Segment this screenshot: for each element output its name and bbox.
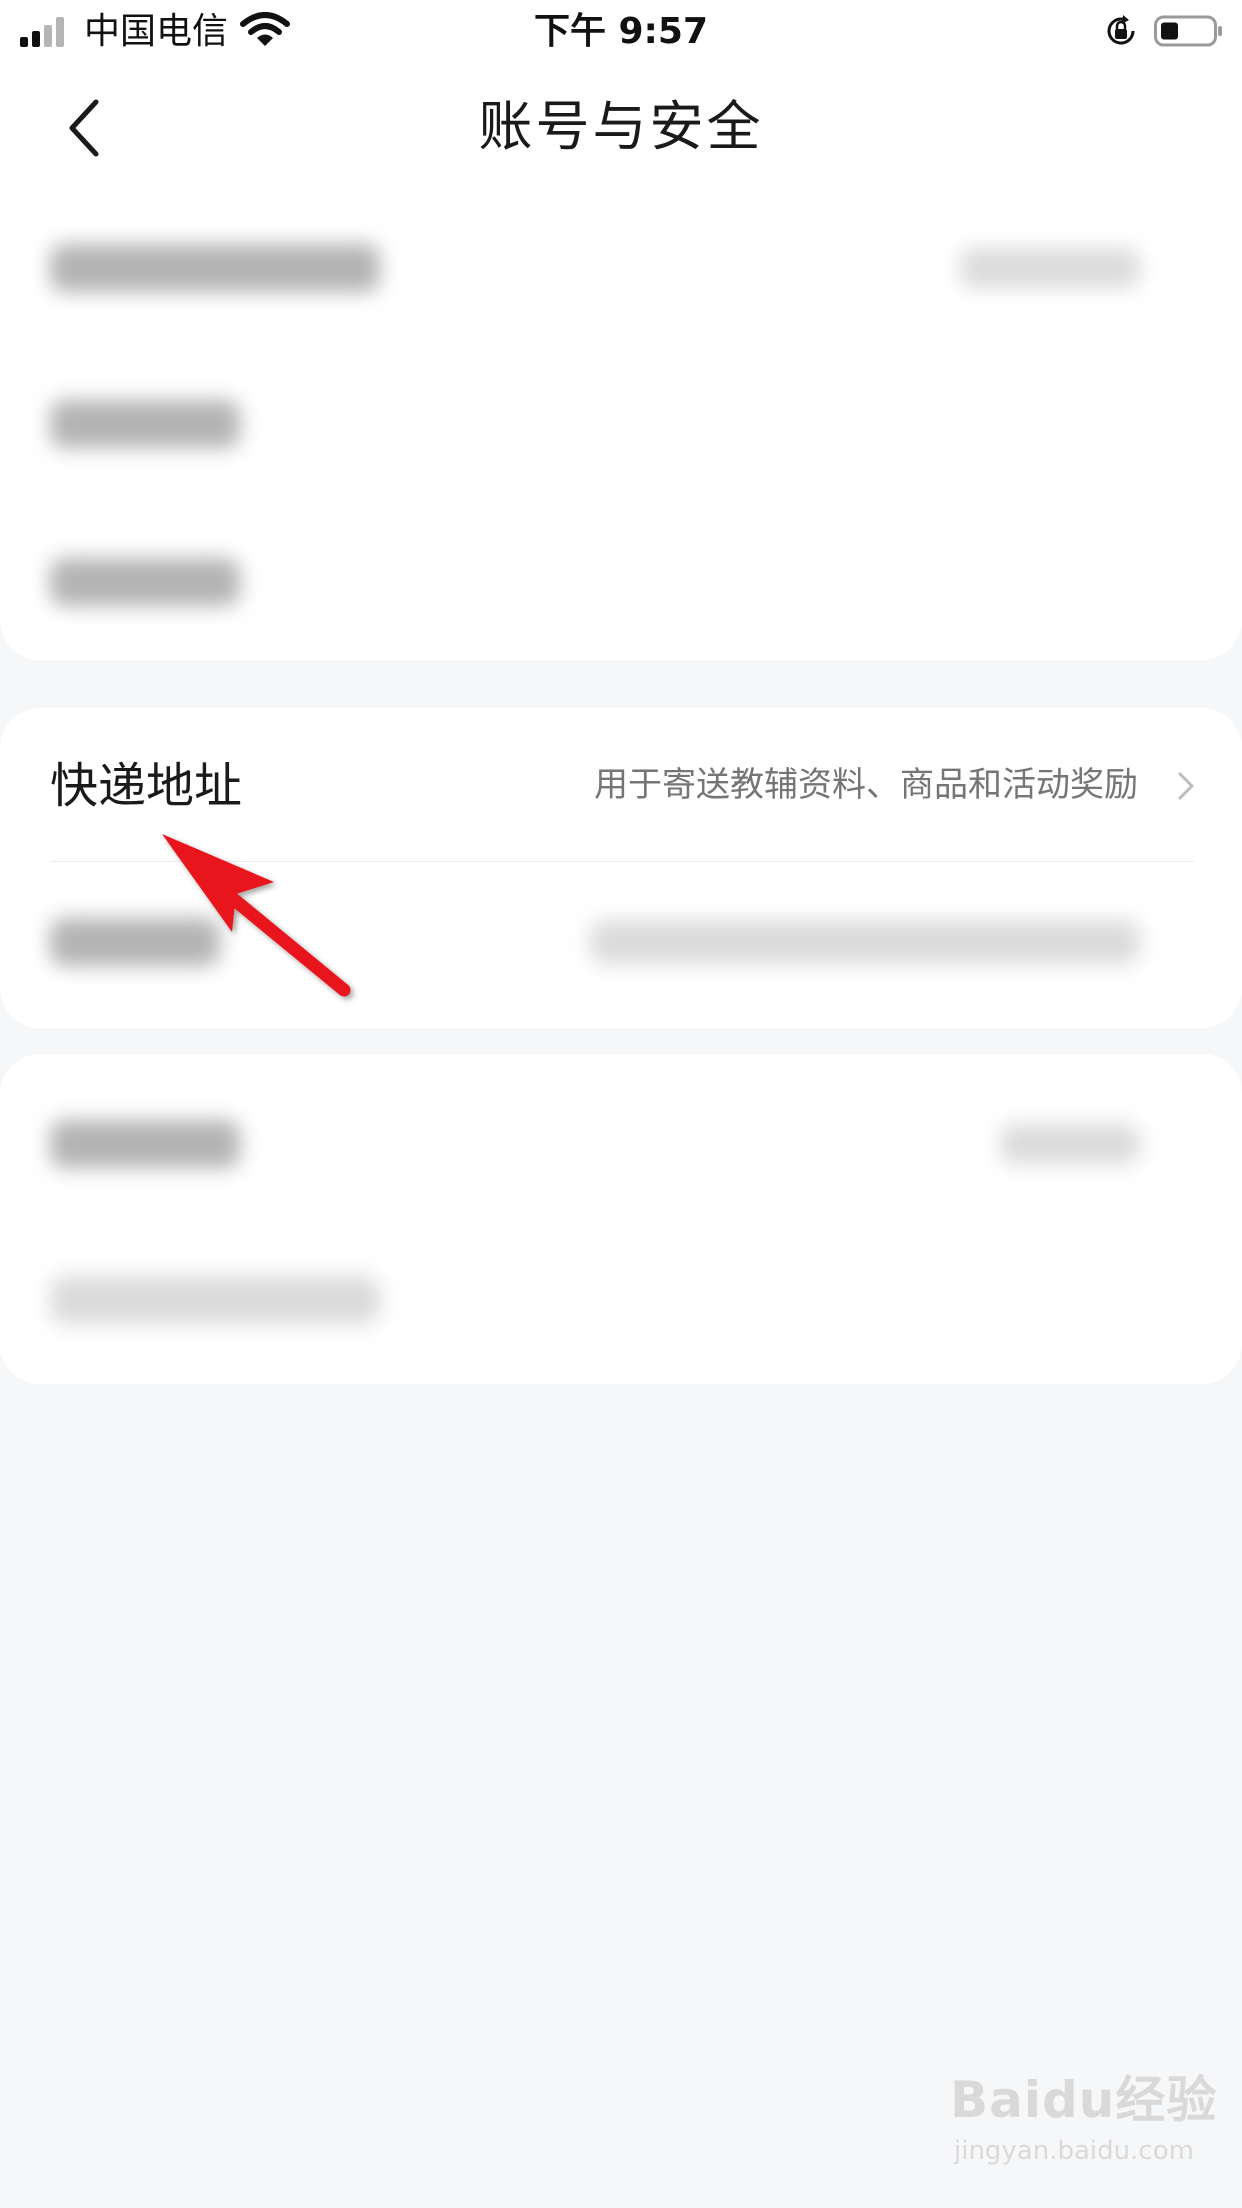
blurred-row-label xyxy=(50,1276,380,1324)
blurred-row-label xyxy=(50,400,240,448)
battery-icon xyxy=(1154,15,1222,47)
clock: 下午 9:57 xyxy=(533,11,709,52)
watermark-logo: Baidu经验 xyxy=(950,2071,1218,2129)
status-bar: 中国电信 下午 9:57 xyxy=(0,0,1242,62)
baidu-watermark: Baidu经验 jingyan.baidu.com xyxy=(950,2070,1220,2190)
page-title: 账号与安全 xyxy=(478,95,764,158)
account-settings-card xyxy=(0,192,1242,660)
nav-header: 账号与安全 xyxy=(0,62,1242,192)
chevron-right-icon[interactable] xyxy=(1174,766,1198,806)
express-address-description[interactable]: 用于寄送教辅资料、商品和活动奖励 xyxy=(594,760,1138,810)
more-settings-card xyxy=(0,1054,1242,1384)
blurred-row-value xyxy=(590,920,1140,964)
express-address-label[interactable]: 快递地址 xyxy=(50,753,242,819)
orientation-lock-icon xyxy=(1107,15,1135,45)
blurred-row-label xyxy=(50,558,240,606)
blurred-row-label xyxy=(50,1120,240,1168)
watermark-url: jingyan.baidu.com xyxy=(954,2136,1194,2166)
blurred-row-value xyxy=(960,248,1140,288)
blurred-row-label xyxy=(50,244,380,292)
blurred-row-value xyxy=(1000,1124,1140,1164)
red-arrow-icon xyxy=(162,834,351,997)
